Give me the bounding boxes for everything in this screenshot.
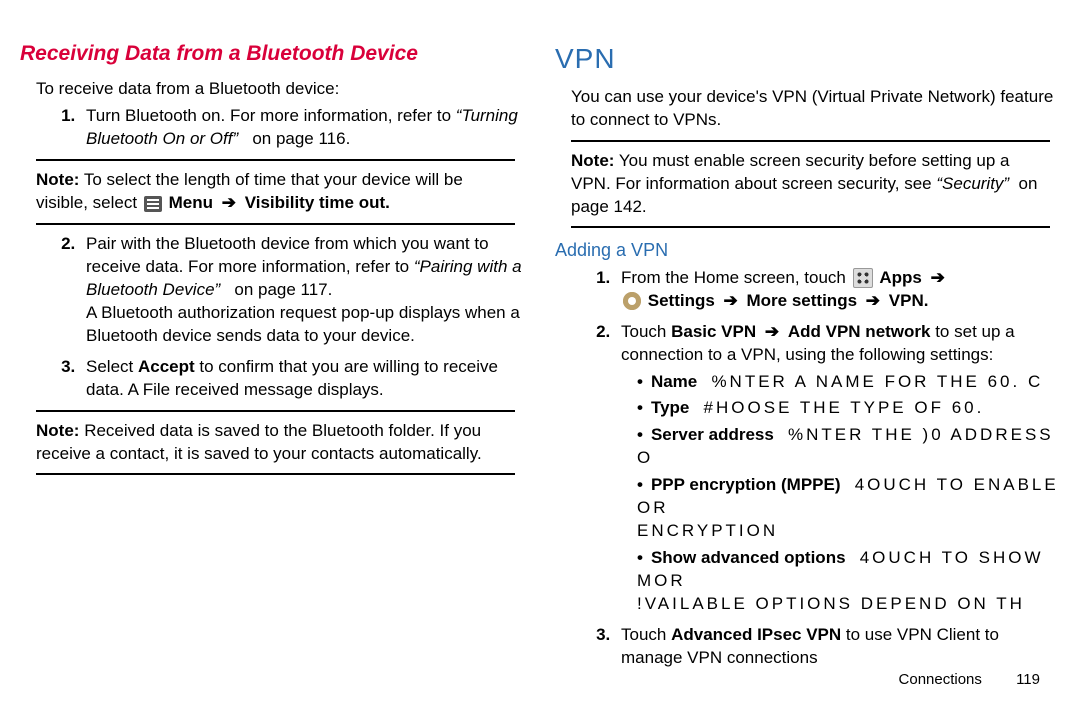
arrow-icon: ➔ [724, 291, 738, 310]
arrow-icon: ➔ [866, 291, 880, 310]
separator [36, 473, 515, 475]
vpn-intro: You can use your device's VPN (Virtual P… [571, 86, 1060, 132]
note-visibility: Note: To select the length of time that … [36, 169, 515, 215]
vpn-step-1: From the Home screen, touch Apps ➔ Setti… [615, 267, 1060, 313]
vpn-step-2: Touch Basic VPN ➔ Add VPN network to set… [615, 321, 1060, 616]
left-column: Receiving Data from a Bluetooth Device T… [20, 40, 525, 700]
section-heading-bluetooth: Receiving Data from a Bluetooth Device [20, 40, 525, 68]
step-2: Pair with the Bluetooth device from whic… [80, 233, 525, 348]
bullet-server: Server address %NTER THE )0 ADDRESS O [631, 424, 1060, 470]
separator [36, 223, 515, 225]
arrow-icon: ➔ [931, 268, 945, 287]
bullet-advanced: Show advanced options 4OUCH TO SHOW MOR!… [631, 547, 1060, 616]
bullet-ppp: PPP encryption (MPPE) 4OUCH TO ENABLE OR… [631, 474, 1060, 543]
separator [571, 226, 1050, 228]
right-column: VPN You can use your device's VPN (Virtu… [555, 40, 1060, 700]
bullet-type: Type #HOOSE THE TYPE OF 60. [631, 397, 1060, 420]
separator [36, 410, 515, 412]
bullet-name: Name %NTER A NAME FOR THE 60. C [631, 371, 1060, 394]
arrow-icon: ➔ [222, 193, 236, 212]
note-received-data: Note: Received data is saved to the Blue… [36, 420, 515, 466]
vpn-step-3: Touch Advanced IPsec VPN to use VPN Clie… [615, 624, 1060, 670]
footer-section: Connections [899, 671, 982, 688]
settings-gear-icon [623, 292, 641, 310]
footer-page-number: 119 [1016, 671, 1040, 688]
xref-security: “Security” [936, 174, 1009, 193]
arrow-icon: ➔ [765, 322, 779, 341]
step-1: Turn Bluetooth on. For more information,… [80, 105, 525, 151]
page-footer: Connections 119 [899, 670, 1040, 690]
subheading-adding-vpn: Adding a VPN [555, 238, 1060, 262]
menu-icon [144, 196, 162, 212]
section-heading-vpn: VPN [555, 40, 1060, 78]
note-vpn-security: Note: You must enable screen security be… [571, 150, 1050, 219]
step-3: Select Accept to confirm that you are wi… [80, 356, 525, 402]
separator [36, 159, 515, 161]
intro-text: To receive data from a Bluetooth device: [36, 78, 525, 101]
apps-grid-icon [853, 268, 873, 288]
separator [571, 140, 1050, 142]
